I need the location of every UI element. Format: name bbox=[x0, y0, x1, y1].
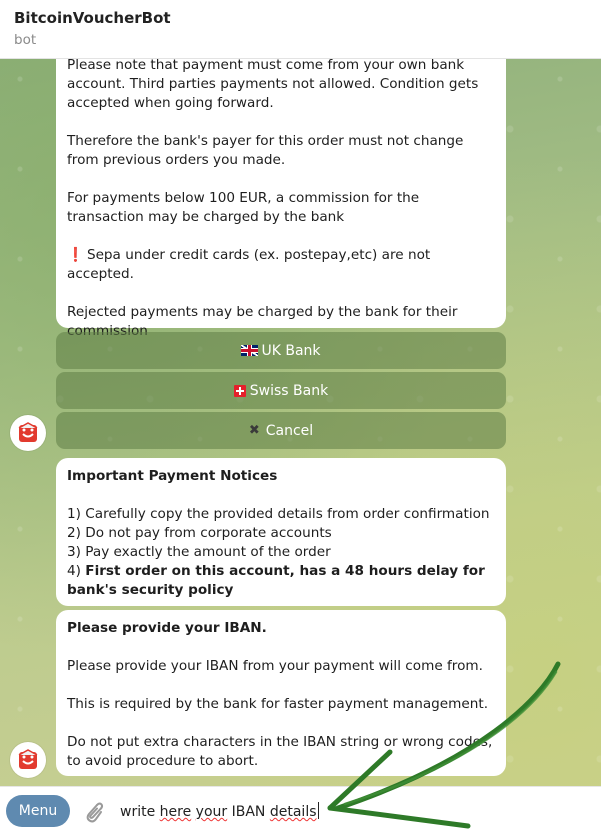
message-payment-conditions: Please note that payment must come from … bbox=[56, 59, 506, 339]
message-text: Therefore the bank's payer for this orde… bbox=[67, 133, 464, 168]
uk-bank-label: UK Bank bbox=[261, 342, 321, 359]
message-payment-notices: Important Payment Notices 1) Carefully c… bbox=[56, 458, 506, 606]
text-caret bbox=[317, 802, 319, 819]
message-input[interactable]: write here your IBAN details bbox=[120, 802, 319, 820]
input-word: here bbox=[159, 804, 192, 820]
swiss-bank-label: Swiss Bank bbox=[249, 382, 329, 399]
notice-item: 2) Do not pay from corporate accounts bbox=[67, 525, 332, 541]
cancel-label: Cancel bbox=[265, 422, 314, 439]
cancel-button[interactable]: ✖ Cancel bbox=[56, 412, 506, 449]
swiss-flag-icon bbox=[233, 384, 246, 397]
message-text: For payments below 100 EUR, a commission… bbox=[67, 190, 420, 225]
input-word: IBAN bbox=[231, 804, 266, 820]
message-area[interactable]: Please note that payment must come from … bbox=[0, 59, 601, 786]
message-provide-iban: Please provide your IBAN. Please provide… bbox=[56, 610, 506, 776]
message-text: Please note that payment must come from … bbox=[67, 59, 479, 111]
notice-item-bold: First order on this account, has a 48 ho… bbox=[67, 563, 485, 598]
notice-item: 1) Carefully copy the provided details f… bbox=[67, 506, 490, 522]
bot-avatar-icon bbox=[18, 749, 38, 769]
bot-avatar-icon bbox=[18, 422, 38, 442]
message-text: This is required by the bank for faster … bbox=[67, 696, 489, 712]
message-text: Please provide your IBAN from your payme… bbox=[67, 658, 483, 674]
notice-item: 3) Pay exactly the amount of the order bbox=[67, 544, 331, 560]
message-composer: Menu write here your IBAN details bbox=[0, 786, 601, 838]
message-heading: Please provide your IBAN. bbox=[67, 620, 267, 636]
menu-button[interactable]: Menu bbox=[6, 795, 70, 827]
swiss-bank-button[interactable]: Swiss Bank bbox=[56, 372, 506, 409]
chat-subtitle: bot bbox=[14, 32, 37, 48]
chat-title: BitcoinVoucherBot bbox=[14, 9, 171, 27]
uk-flag-icon bbox=[241, 345, 259, 356]
chat-header[interactable]: BitcoinVoucherBot bot bbox=[0, 0, 601, 59]
input-word: details bbox=[269, 804, 317, 820]
message-text: Do not put extra characters in the IBAN … bbox=[67, 734, 493, 769]
message-text: Sepa under credit cards (ex. postepay,et… bbox=[67, 247, 431, 282]
uk-bank-button[interactable]: UK Bank bbox=[56, 332, 506, 369]
bot-avatar[interactable] bbox=[10, 415, 46, 451]
input-word: write bbox=[120, 804, 156, 820]
input-word: your bbox=[195, 804, 228, 820]
exclamation-icon: ❗ bbox=[67, 247, 84, 263]
message-heading: Important Payment Notices bbox=[67, 468, 278, 484]
close-icon: ✖ bbox=[248, 423, 260, 438]
paperclip-icon[interactable] bbox=[82, 799, 104, 825]
bot-avatar[interactable] bbox=[10, 742, 46, 778]
notice-item-prefix: 4) bbox=[67, 563, 86, 579]
